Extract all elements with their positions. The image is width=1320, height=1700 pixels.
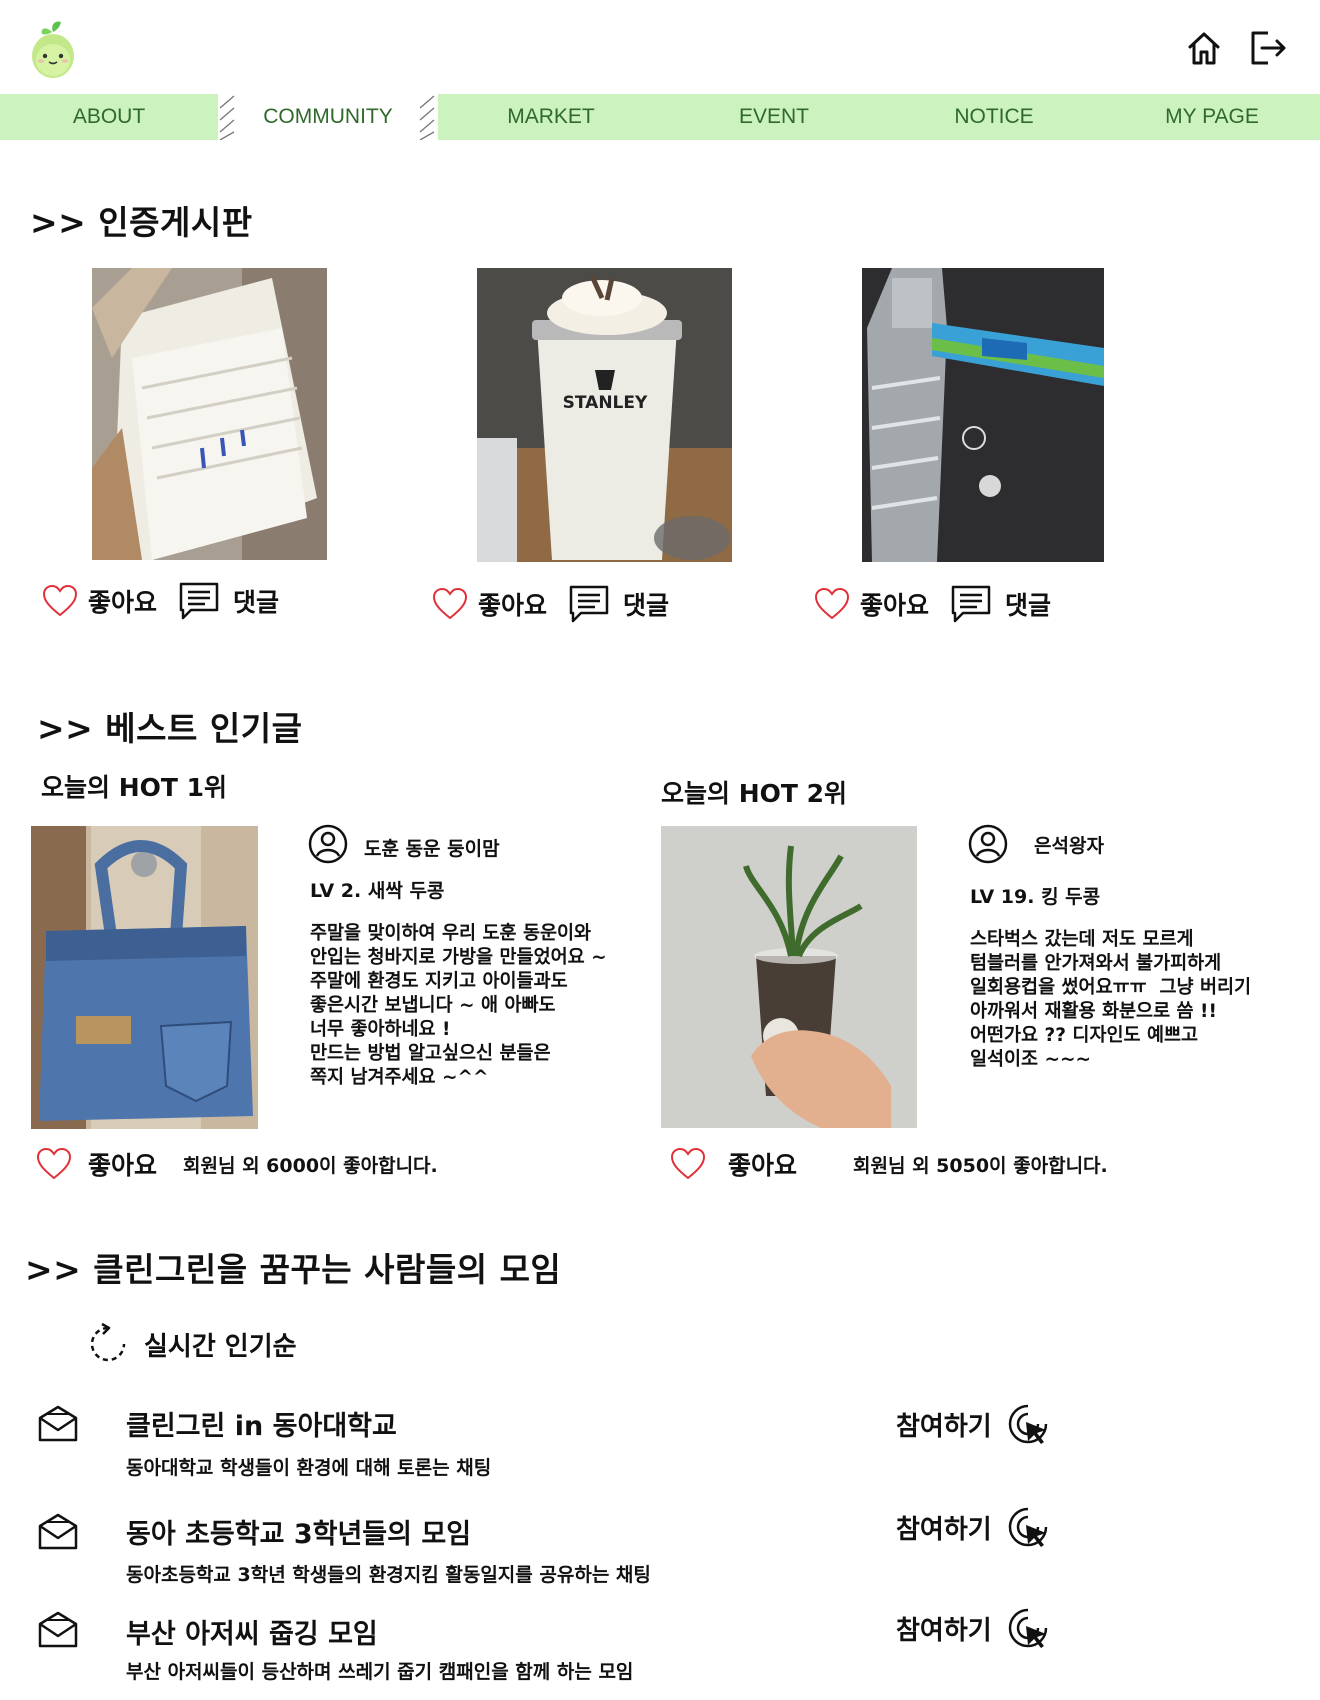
nav-community[interactable]: COMMUNITY xyxy=(238,94,418,140)
community-title: >> 클린그린을 꿈꾸는 사람들의 모임 xyxy=(25,1250,562,1289)
room-desc: 동아초등학교 3학년 학생들의 환경지킴 활동일지를 공유하는 채팅 xyxy=(126,1564,651,1586)
cert-post-2-actions: 좋아요 댓글 xyxy=(432,583,669,625)
mail-open-icon xyxy=(36,1512,80,1552)
like-count: 회원님 외 5050이 좋아합니다. xyxy=(853,1154,1108,1177)
logo-icon[interactable] xyxy=(30,20,76,80)
hot-1-like-row: 좋아요 회원님 외 6000이 좋아합니다. xyxy=(36,1146,438,1182)
hot-1-username[interactable]: 도훈 동운 둥이맘 xyxy=(364,834,500,861)
user-profile-icon[interactable] xyxy=(968,824,1008,864)
nav-divider xyxy=(418,94,438,141)
nav-about[interactable]: ABOUT xyxy=(0,94,218,140)
stanley-tumbler-photo[interactable]: STANLEY xyxy=(477,268,732,562)
room-title[interactable]: 동아 초등학교 3학년들의 모임 xyxy=(126,1512,471,1551)
heart-icon[interactable] xyxy=(42,584,78,618)
cert-post-1-actions: 좋아요 댓글 xyxy=(42,580,279,622)
hot-2-text: 스타벅스 갔는데 저도 모르게 텀블러를 안가져와서 불가피하게 일회용컵을 썼… xyxy=(970,929,1252,1070)
refresh-icon[interactable] xyxy=(88,1322,128,1364)
heart-icon[interactable] xyxy=(432,587,468,621)
like-count: 회원님 외 6000이 좋아합니다. xyxy=(183,1154,438,1177)
plastic-bottle-photo[interactable] xyxy=(862,268,1104,562)
like-label[interactable]: 좋아요 xyxy=(860,586,929,622)
hot-1-level: LV 2. 새싹 두콩 xyxy=(310,880,445,902)
room-title[interactable]: 부산 아저씨 줍깅 모임 xyxy=(126,1612,378,1651)
join-button[interactable]: 참여하기 xyxy=(896,1505,1050,1549)
room-desc: 동아대학교 학생들이 환경에 대해 토론는 채팅 xyxy=(126,1457,492,1479)
hot-1-rank: 오늘의 HOT 1위 xyxy=(41,773,228,802)
sort-realtime-popular[interactable]: 실시간 인기순 xyxy=(144,1326,297,1363)
paper-bags-photo[interactable] xyxy=(92,268,327,560)
certification-title: >> 인증게시판 xyxy=(30,203,253,242)
mail-open-icon xyxy=(36,1404,80,1444)
svg-text:STANLEY: STANLEY xyxy=(563,393,648,413)
comment-label[interactable]: 댓글 xyxy=(1005,586,1051,622)
comment-icon[interactable] xyxy=(949,583,993,625)
nav-notice[interactable]: NOTICE xyxy=(884,94,1104,140)
join-button[interactable]: 참여하기 xyxy=(896,1402,1050,1446)
nav-divider xyxy=(218,94,238,141)
like-label[interactable]: 좋아요 xyxy=(88,583,157,619)
cert-post-3-actions: 좋아요 댓글 xyxy=(814,583,1051,625)
mail-open-icon xyxy=(36,1610,80,1650)
denim-bag-photo[interactable] xyxy=(31,826,258,1129)
hot-2-like-row: 좋아요 회원님 외 5050이 좋아합니다. xyxy=(670,1146,1108,1182)
hot-2-level: LV 19. 킹 두콩 xyxy=(970,886,1101,908)
like-label[interactable]: 좋아요 xyxy=(478,586,547,622)
room-desc: 부산 아저씨들이 등산하며 쓰레기 줍기 캠패인을 함께 하는 모임 xyxy=(126,1661,634,1683)
heart-icon[interactable] xyxy=(36,1147,72,1181)
comment-icon[interactable] xyxy=(567,583,611,625)
hot-2-rank: 오늘의 HOT 2위 xyxy=(661,779,848,808)
home-icon[interactable] xyxy=(1184,28,1224,68)
comment-label[interactable]: 댓글 xyxy=(623,586,669,622)
comment-icon[interactable] xyxy=(177,580,221,622)
cursor-click-icon xyxy=(1006,1606,1050,1650)
plant-in-cup-photo[interactable] xyxy=(661,826,917,1128)
main-nav: ABOUT COMMUNITY MARKET EVENT NOTICE MY P… xyxy=(0,94,1320,141)
cursor-click-icon xyxy=(1006,1505,1050,1549)
join-button[interactable]: 참여하기 xyxy=(896,1606,1050,1650)
heart-icon[interactable] xyxy=(670,1147,706,1181)
heart-icon[interactable] xyxy=(814,587,850,621)
like-label[interactable]: 좋아요 xyxy=(88,1146,157,1182)
like-label[interactable]: 좋아요 xyxy=(728,1146,797,1182)
logout-icon[interactable] xyxy=(1248,28,1288,68)
hot-2-username[interactable]: 은석왕자 xyxy=(1034,831,1104,858)
comment-label[interactable]: 댓글 xyxy=(233,583,279,619)
nav-market[interactable]: MARKET xyxy=(438,94,664,140)
nav-my-page[interactable]: MY PAGE xyxy=(1104,94,1320,140)
room-title[interactable]: 클린그린 in 동아대학교 xyxy=(126,1404,397,1443)
best-title: >> 베스트 인기글 xyxy=(37,709,303,748)
nav-event[interactable]: EVENT xyxy=(664,94,884,140)
hot-1-text: 주말을 맞이하여 우리 도훈 동운이와 안입는 청바지로 가방을 만들었어요 ~… xyxy=(310,923,607,1088)
user-profile-icon[interactable] xyxy=(308,824,348,864)
cursor-click-icon xyxy=(1006,1402,1050,1446)
